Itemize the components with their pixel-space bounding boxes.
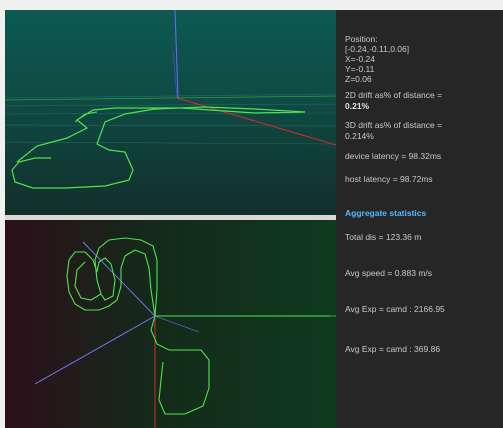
trajectory-path-2d — [66, 237, 329, 415]
aggregate-statistics-title: Aggregate statistics — [345, 208, 427, 218]
diagonal-axis-line — [34, 315, 156, 385]
tracking-app-window: Position: [-0.24,-0.11,0.06] X=-0.24 Y=-… — [5, 10, 503, 428]
trajectory-path-3d — [11, 106, 306, 189]
position-x: X=-0.24 — [345, 54, 376, 64]
y-axis-line — [5, 95, 336, 101]
average-exposure-1: Avg Exp = camd : 2166.95 — [345, 304, 445, 314]
x-axis-line — [176, 97, 336, 146]
position-label: Position: — [345, 34, 378, 44]
top-down-2d-view[interactable] — [5, 220, 336, 428]
statistics-panel: Position: [-0.24,-0.11,0.06] X=-0.24 Y=-… — [336, 10, 503, 428]
position-vector: [-0.24,-0.11,0.06] — [345, 44, 410, 54]
position-y: Y=-0.11 — [345, 64, 375, 74]
drift-2d-label: 2D drift as% of distance = — [345, 90, 443, 100]
perspective-3d-view[interactable] — [5, 10, 336, 215]
position-z: Z=0.06 — [345, 74, 372, 84]
average-exposure-2: Avg Exp = camd : 369.86 — [345, 344, 441, 354]
z-axis-line — [174, 10, 179, 99]
average-speed: Avg speed = 0.883 m/s — [345, 268, 433, 278]
total-distance: Total dis = 123.36 m — [345, 232, 422, 242]
ground-grid — [5, 93, 336, 145]
top-down-canvas — [34, 237, 336, 428]
drift-3d-value: 0.214% — [345, 131, 374, 141]
drift-2d-value: 0.21% — [345, 101, 370, 111]
host-latency: host latency = 98.72ms — [345, 174, 433, 184]
device-latency: device latency = 98.32ms — [345, 151, 442, 161]
drift-3d-label: 3D drift as% of distance = — [345, 120, 443, 130]
perspective-canvas — [5, 10, 336, 189]
